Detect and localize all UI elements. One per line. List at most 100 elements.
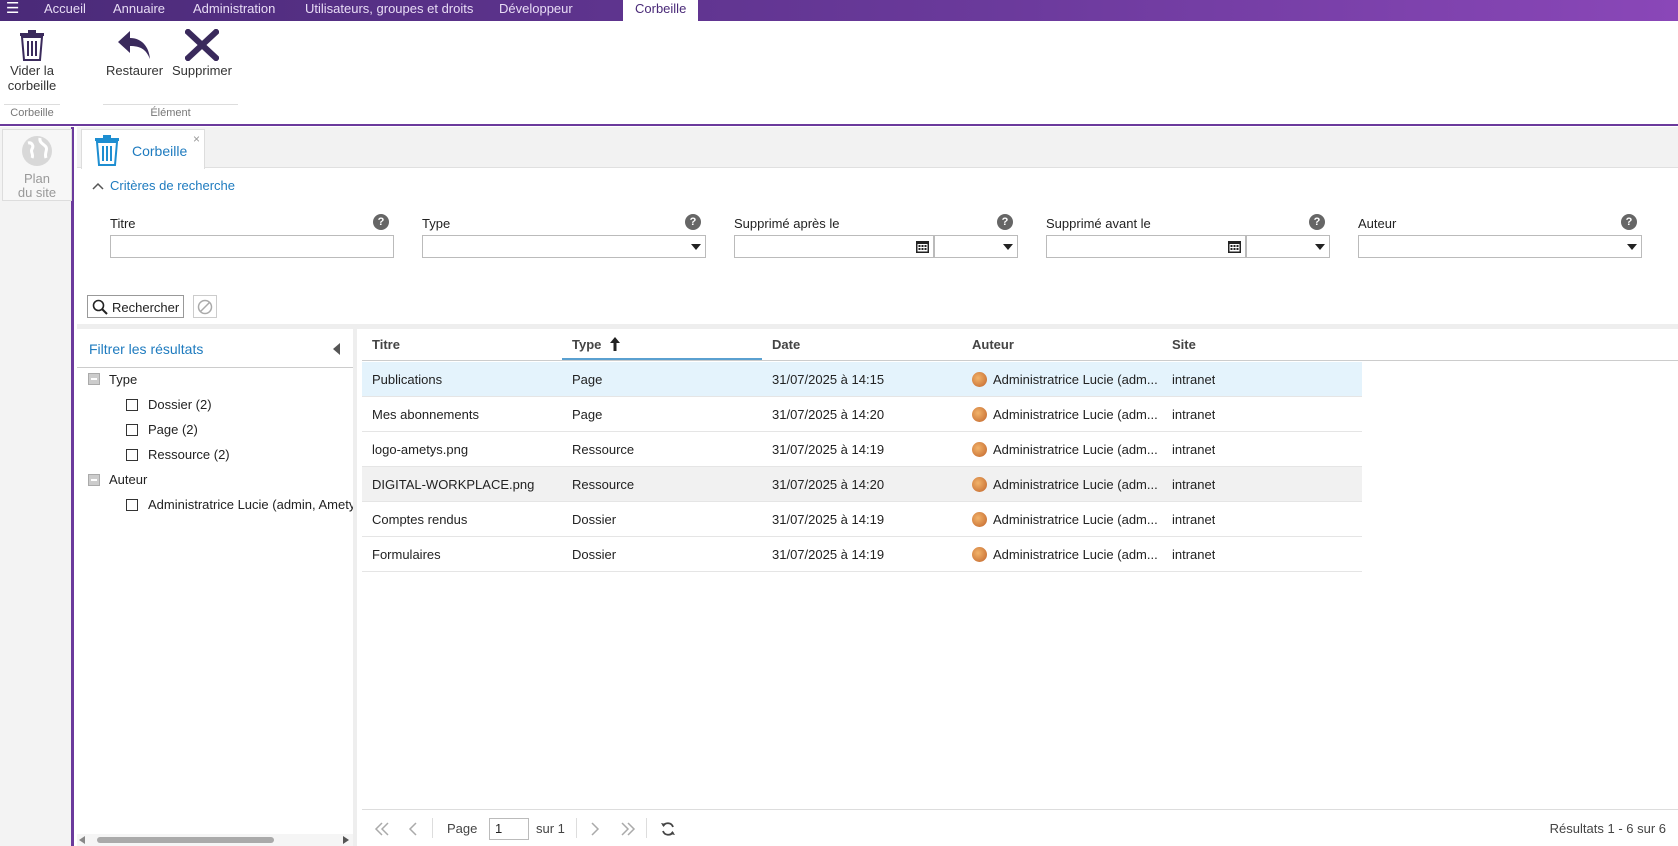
collapse-group-icon[interactable] xyxy=(88,474,100,486)
dropdown-caret-icon xyxy=(691,244,701,250)
tab-annuaire[interactable]: Annuaire xyxy=(113,0,165,21)
tab-utilisateurs[interactable]: Utilisateurs, groupes et droits xyxy=(305,0,473,21)
filter-title: Filtrer les résultats xyxy=(89,341,204,357)
criteria-toggle[interactable]: Critères de recherche xyxy=(92,178,235,193)
scroll-right-icon[interactable] xyxy=(343,836,349,844)
restore-label: Restaurer xyxy=(106,63,164,78)
refresh-icon[interactable] xyxy=(660,821,676,837)
column-header-site[interactable]: Site xyxy=(1172,337,1196,352)
ribbon-group-trash: Corbeille xyxy=(10,107,54,119)
column-header-title[interactable]: Titre xyxy=(372,337,400,352)
user-avatar-icon xyxy=(972,407,987,422)
criteria-toggle-label: Critères de recherche xyxy=(110,178,235,193)
cell-site: intranet xyxy=(1172,442,1216,457)
deleted-before-time-select[interactable] xyxy=(1246,235,1330,258)
cell-date: 31/07/2025 à 14:19 xyxy=(772,547,885,562)
table-row[interactable]: Publications Page 31/07/2025 à 14:15 Admini… xyxy=(362,362,1362,397)
previous-page-icon[interactable] xyxy=(408,822,418,836)
empty-trash-label-2: corbeille xyxy=(7,78,57,93)
tool-tab-strip: Corbeille × xyxy=(77,127,1678,169)
title-input[interactable] xyxy=(110,235,394,258)
filter-item-page[interactable]: Page (2) xyxy=(148,422,198,437)
calendar-icon[interactable] xyxy=(1228,240,1241,253)
filter-checkbox[interactable] xyxy=(126,424,138,436)
help-icon[interactable]: ? xyxy=(685,214,701,230)
hamburger-menu-icon[interactable]: ☰ xyxy=(6,1,22,16)
sitemap-label-2: du site xyxy=(17,185,57,200)
table-row[interactable]: Comptes rendus Dossier 31/07/2025 à 14:19 A… xyxy=(362,502,1362,537)
filter-item-ressource[interactable]: Ressource (2) xyxy=(148,447,230,462)
deleted-before-date-input[interactable] xyxy=(1046,235,1246,258)
filter-checkbox[interactable] xyxy=(126,399,138,411)
scrollbar-thumb[interactable] xyxy=(97,837,274,843)
filter-item-author[interactable]: Administratrice Lucie (admin, Ametys xyxy=(148,497,353,512)
table-row[interactable]: Formulaires Dossier 31/07/2025 à 14:19 Admi… xyxy=(362,537,1362,572)
cell-date: 31/07/2025 à 14:19 xyxy=(772,442,885,457)
reset-search-button[interactable] xyxy=(193,295,217,318)
column-header-type[interactable]: Type xyxy=(572,337,601,352)
page-label: Page xyxy=(447,821,478,836)
tab-developpeur[interactable]: Développeur xyxy=(499,0,573,21)
scroll-left-icon[interactable] xyxy=(79,836,85,844)
page-number-input[interactable]: 1 xyxy=(489,818,529,840)
cell-site: intranet xyxy=(1172,407,1216,422)
user-avatar-icon xyxy=(972,477,987,492)
sitemap-button[interactable]: Plan du site xyxy=(2,129,72,201)
tab-corbeille[interactable]: Corbeille xyxy=(623,0,699,21)
cell-site: intranet xyxy=(1172,477,1216,492)
cell-date: 31/07/2025 à 14:15 xyxy=(772,372,885,387)
collapse-group-icon[interactable] xyxy=(88,373,100,385)
horizontal-scrollbar[interactable] xyxy=(77,834,353,846)
author-select[interactable] xyxy=(1358,235,1642,258)
cell-type: Ressource xyxy=(572,442,635,457)
restore-button[interactable]: Restaurer xyxy=(106,29,164,78)
cell-type: Page xyxy=(572,372,603,387)
filter-checkbox[interactable] xyxy=(126,499,138,511)
trash-icon xyxy=(20,30,44,61)
calendar-icon[interactable] xyxy=(916,240,929,253)
cell-type: Ressource xyxy=(572,477,635,492)
ribbon-toolbar: Vider la corbeille Restaurer Supprimer C… xyxy=(0,21,1678,126)
help-icon[interactable]: ? xyxy=(997,214,1013,230)
search-button[interactable]: Rechercher xyxy=(87,295,184,318)
tab-administration[interactable]: Administration xyxy=(193,0,275,21)
next-page-icon[interactable] xyxy=(590,822,600,836)
table-row[interactable]: DIGITAL-WORKPLACE.png Ressource 31/07/2025… xyxy=(362,467,1362,502)
tab-accueil[interactable]: Accueil xyxy=(44,0,86,21)
user-avatar-icon xyxy=(972,512,987,527)
cell-author: Administratrice Lucie (adm... xyxy=(993,442,1158,457)
close-tab-icon[interactable]: × xyxy=(193,132,200,146)
collapse-left-icon[interactable] xyxy=(333,343,340,355)
delete-button[interactable]: Supprimer xyxy=(170,29,234,78)
last-page-icon[interactable] xyxy=(620,822,636,836)
deleted-after-time-select[interactable] xyxy=(934,235,1018,258)
help-icon[interactable]: ? xyxy=(1621,214,1637,230)
column-header-author[interactable]: Auteur xyxy=(972,337,1014,352)
pagination-bar: Page 1 sur 1 Résultats 1 - 6 sur 6 xyxy=(362,809,1678,846)
left-tool-strip: Plan du site xyxy=(0,127,74,846)
help-icon[interactable]: ? xyxy=(373,214,389,230)
cell-author: Administratrice Lucie (adm... xyxy=(993,512,1158,527)
tool-tab-corbeille[interactable]: Corbeille × xyxy=(81,129,205,169)
table-row[interactable]: Mes abonnements Page 31/07/2025 à 14:20 Adm… xyxy=(362,397,1362,432)
table-row[interactable]: logo-ametys.png Ressource 31/07/2025 à 14:… xyxy=(362,432,1362,467)
cell-site: intranet xyxy=(1172,372,1216,387)
cell-date: 31/07/2025 à 14:20 xyxy=(772,477,885,492)
pager-separator xyxy=(576,818,577,838)
cell-title: Comptes rendus xyxy=(372,512,468,527)
deleted-after-date-input[interactable] xyxy=(734,235,934,258)
cell-date: 31/07/2025 à 14:20 xyxy=(772,407,885,422)
help-icon[interactable]: ? xyxy=(1309,214,1325,230)
filter-item-dossier[interactable]: Dossier (2) xyxy=(148,397,212,412)
first-page-icon[interactable] xyxy=(374,822,390,836)
sitemap-label-1: Plan xyxy=(23,171,51,186)
filter-group-type: Type xyxy=(109,372,138,387)
tool-tab-label: Corbeille xyxy=(132,143,188,159)
filter-checkbox[interactable] xyxy=(126,449,138,461)
empty-trash-button[interactable]: Vider la corbeille xyxy=(6,29,58,93)
title-field-label: Titre xyxy=(110,216,136,231)
type-select[interactable] xyxy=(422,235,706,258)
empty-trash-label-1: Vider la xyxy=(10,63,54,78)
column-header-date[interactable]: Date xyxy=(772,337,800,352)
user-avatar-icon xyxy=(972,372,987,387)
